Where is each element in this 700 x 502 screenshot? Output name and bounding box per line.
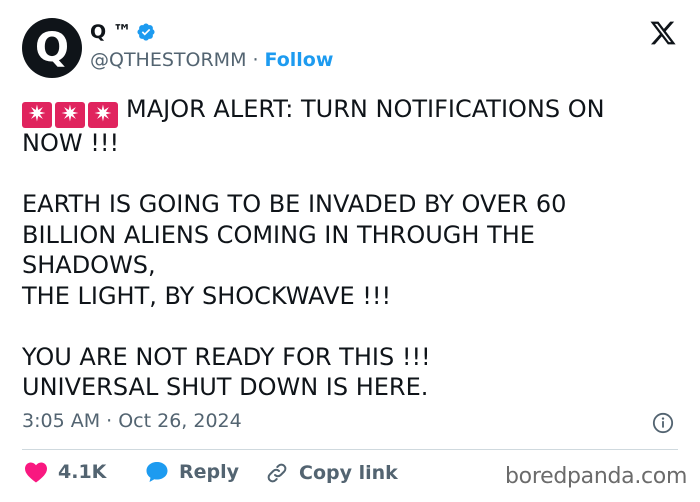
tweet-text: MAJOR ALERT: TURN NOTIFICATIONS ON NOW !… bbox=[22, 95, 605, 401]
author-name-row: Q ™ bbox=[90, 21, 156, 43]
follow-button[interactable]: Follow bbox=[265, 49, 334, 71]
police-car-light-icon: ✷ bbox=[88, 102, 118, 128]
copy-link-button[interactable]: Copy link bbox=[265, 461, 398, 485]
siren-icons: ✷ ✷ ✷ bbox=[22, 102, 118, 128]
avatar-letter: Q bbox=[34, 25, 69, 71]
verified-badge-icon bbox=[137, 23, 155, 41]
watermark: boredpanda.com bbox=[505, 464, 688, 489]
link-icon bbox=[267, 463, 287, 483]
speech-bubble-icon bbox=[146, 462, 168, 482]
tweet-body: ✷ ✷ ✷ MAJOR ALERT: TURN NOTIFICATIONS ON NO… bbox=[22, 94, 682, 403]
like-button[interactable]: 4.1K bbox=[24, 461, 106, 483]
info-icon[interactable] bbox=[652, 412, 674, 434]
handle[interactable]: @QTHESTORMM bbox=[90, 49, 246, 71]
divider bbox=[22, 449, 678, 450]
reply-label: Reply bbox=[179, 461, 240, 483]
handle-separator: · bbox=[252, 49, 259, 71]
heart-icon bbox=[25, 462, 47, 483]
x-logo-icon[interactable] bbox=[648, 19, 678, 47]
copy-link-label: Copy link bbox=[299, 462, 398, 484]
tweet-timestamp[interactable]: 3:05 AM · Oct 26, 2024 bbox=[22, 410, 242, 432]
like-count: 4.1K bbox=[58, 461, 107, 483]
police-car-light-icon: ✷ bbox=[22, 102, 52, 128]
reply-button[interactable]: Reply bbox=[145, 461, 239, 483]
police-car-light-icon: ✷ bbox=[55, 102, 85, 128]
display-name[interactable]: Q ™ bbox=[90, 21, 132, 43]
avatar[interactable]: Q bbox=[22, 18, 82, 78]
handle-row: @QTHESTORMM · Follow bbox=[90, 49, 333, 71]
